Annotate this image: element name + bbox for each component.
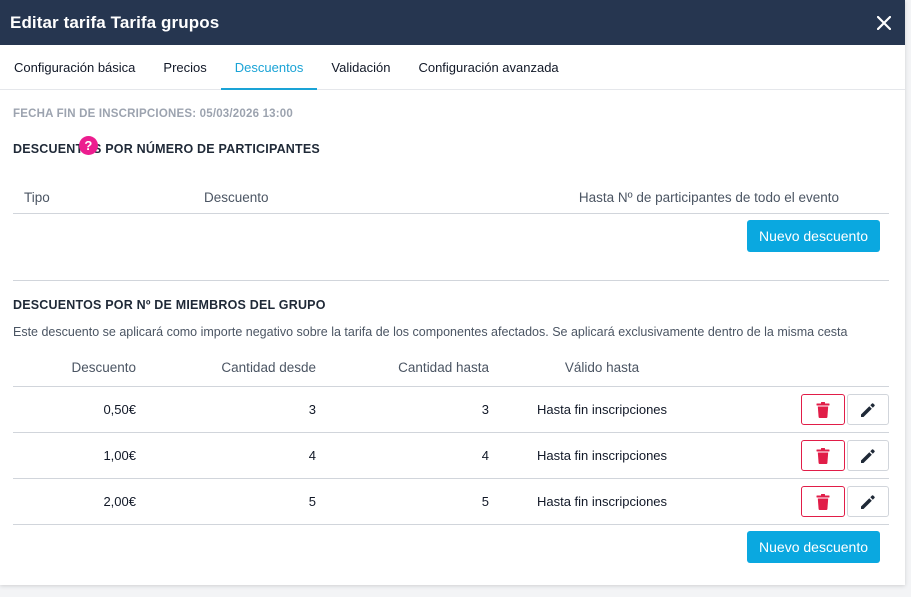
column-descuento: Descuento (71, 360, 136, 375)
participants-button-row: Nuevo descuento (13, 220, 889, 252)
column-cantidad-hasta: Cantidad hasta (398, 360, 489, 375)
cell-valido-hasta: Hasta fin inscripciones (536, 448, 668, 463)
close-icon (877, 15, 891, 30)
delete-button[interactable] (801, 486, 845, 517)
cell-cantidad-desde: 4 (308, 448, 316, 463)
participants-discount-title-text: DESCUENTOS POR NÚMERO DE PARTICIPANTES (13, 142, 320, 156)
group-discount-table: Descuento Cantidad desde Cantidad hasta … (13, 349, 889, 525)
table-row: 2,00€ 5 5 Hasta fin inscripciones (13, 479, 889, 525)
tab-configuracion-avanzada[interactable]: Configuración avanzada (404, 45, 572, 89)
column-cantidad-desde: Cantidad desde (221, 360, 316, 375)
edit-button[interactable] (847, 394, 889, 425)
column-tipo: Tipo (24, 190, 50, 205)
tab-content: FECHA FIN DE INSCRIPCIONES: 05/03/2026 1… (0, 108, 905, 563)
edit-button[interactable] (847, 486, 889, 517)
modal-title: Editar tarifa Tarifa grupos (10, 12, 220, 32)
tab-descuentos[interactable]: Descuentos (220, 45, 318, 90)
cell-cantidad-hasta: 5 (481, 494, 489, 509)
row-actions (715, 440, 889, 471)
new-group-discount-button[interactable]: Nuevo descuento (747, 531, 880, 563)
participants-discount-section-title: DESCUENTOS POR NÚMERO DE PARTICIPANTES ? (13, 136, 889, 156)
tab-bar: Configuración básica Precios Descuentos … (0, 45, 905, 90)
group-table-header: Descuento Cantidad desde Cantidad hasta … (13, 349, 889, 387)
cell-cantidad-desde: 3 (308, 402, 316, 417)
group-discount-section-title: DESCUENTOS POR Nº DE MIEMBROS DEL GRUPO (13, 298, 326, 312)
group-button-row: Nuevo descuento (13, 531, 889, 563)
column-hasta-participantes: Hasta Nº de participantes de todo el eve… (578, 190, 839, 205)
pencil-icon (861, 448, 875, 463)
row-actions (715, 394, 889, 425)
tab-configuracion-basica[interactable]: Configuración básica (0, 45, 149, 89)
group-discount-description: Este descuento se aplicará como importe … (13, 325, 848, 339)
registration-end-date: FECHA FIN DE INSCRIPCIONES: 05/03/2026 1… (13, 108, 293, 120)
participants-table-header: Tipo Descuento Hasta Nº de participantes… (13, 182, 889, 214)
cell-descuento: 0,50€ (103, 402, 136, 417)
column-descuento: Descuento (204, 190, 269, 205)
edit-rate-modal: Editar tarifa Tarifa grupos Configuració… (0, 0, 905, 585)
tab-precios[interactable]: Precios (149, 45, 220, 89)
pencil-icon (861, 402, 875, 417)
trash-icon (816, 401, 830, 418)
tab-validacion[interactable]: Validación (317, 45, 404, 89)
row-actions (715, 486, 889, 517)
delete-button[interactable] (801, 394, 845, 425)
close-button[interactable] (873, 12, 895, 34)
table-row: 1,00€ 4 4 Hasta fin inscripciones (13, 433, 889, 479)
cell-cantidad-hasta: 4 (481, 448, 489, 463)
cell-valido-hasta: Hasta fin inscripciones (536, 402, 668, 417)
section-divider (13, 280, 889, 281)
cell-descuento: 2,00€ (103, 494, 136, 509)
help-icon[interactable]: ? (79, 136, 98, 155)
trash-icon (816, 493, 830, 510)
new-participants-discount-button[interactable]: Nuevo descuento (747, 220, 880, 252)
table-row: 0,50€ 3 3 Hasta fin inscripciones (13, 387, 889, 433)
cell-valido-hasta: Hasta fin inscripciones (536, 494, 668, 509)
cell-descuento: 1,00€ (103, 448, 136, 463)
pencil-icon (861, 494, 875, 509)
column-valido-hasta: Válido hasta (564, 360, 640, 375)
delete-button[interactable] (801, 440, 845, 471)
cell-cantidad-hasta: 3 (481, 402, 489, 417)
trash-icon (816, 447, 830, 464)
cell-cantidad-desde: 5 (308, 494, 316, 509)
modal-header: Editar tarifa Tarifa grupos (0, 0, 905, 45)
edit-button[interactable] (847, 440, 889, 471)
